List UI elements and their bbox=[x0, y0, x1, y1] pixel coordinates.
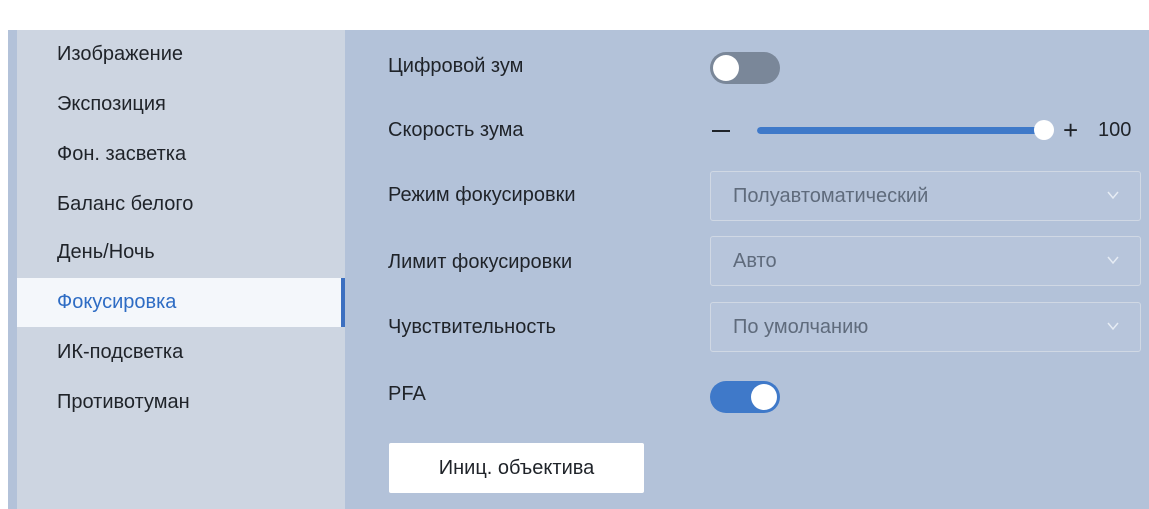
digital-zoom-toggle[interactable] bbox=[710, 52, 780, 84]
chevron-down-icon bbox=[1107, 322, 1119, 331]
focus-limit-value: Авто bbox=[733, 250, 777, 272]
sidebar-item-defog[interactable]: Противотуман bbox=[17, 378, 345, 426]
pfa-toggle[interactable] bbox=[710, 381, 780, 413]
focus-mode-select[interactable]: Полуавтоматический bbox=[710, 171, 1141, 221]
focus-limit-label: Лимит фокусировки bbox=[388, 251, 573, 273]
focus-mode-value: Полуавтоматический bbox=[733, 185, 929, 207]
toggle-knob bbox=[751, 384, 777, 410]
plus-icon[interactable]: + bbox=[1063, 117, 1078, 143]
zoom-speed-label: Скорость зума bbox=[388, 119, 524, 141]
sidebar-item-backlight[interactable]: Фон. засветка bbox=[17, 130, 345, 178]
sidebar-item-day-night[interactable]: День/Ночь bbox=[17, 228, 345, 276]
sensitivity-value: По умолчанию bbox=[733, 316, 869, 338]
minus-icon[interactable] bbox=[712, 130, 730, 132]
sidebar-item-image[interactable]: Изображение bbox=[17, 30, 345, 78]
slider-thumb[interactable] bbox=[1034, 120, 1054, 140]
sidebar-item-focus[interactable]: Фокусировка bbox=[17, 278, 345, 327]
sensitivity-label: Чувствительность bbox=[388, 316, 556, 338]
pfa-label: PFA bbox=[388, 383, 426, 405]
focus-limit-select[interactable]: Авто bbox=[710, 236, 1141, 286]
sidebar-item-ir-light[interactable]: ИК-подсветка bbox=[17, 328, 345, 376]
focus-mode-label: Режим фокусировки bbox=[388, 184, 576, 206]
sensitivity-select[interactable]: По умолчанию bbox=[710, 302, 1141, 352]
init-lens-button[interactable]: Иниц. объектива bbox=[389, 443, 644, 493]
sidebar-item-exposure[interactable]: Экспозиция bbox=[17, 80, 345, 128]
toggle-knob bbox=[713, 55, 739, 81]
zoom-speed-slider[interactable] bbox=[757, 120, 1054, 140]
chevron-down-icon bbox=[1107, 191, 1119, 200]
sidebar-nav: Изображение Экспозиция Фон. засветка Бал… bbox=[17, 30, 345, 509]
digital-zoom-label: Цифровой зум bbox=[388, 55, 524, 77]
sidebar-item-white-balance[interactable]: Баланс белого bbox=[17, 180, 345, 228]
chevron-down-icon bbox=[1107, 256, 1119, 265]
slider-fill bbox=[757, 127, 1044, 134]
zoom-speed-value: 100 bbox=[1098, 119, 1132, 141]
